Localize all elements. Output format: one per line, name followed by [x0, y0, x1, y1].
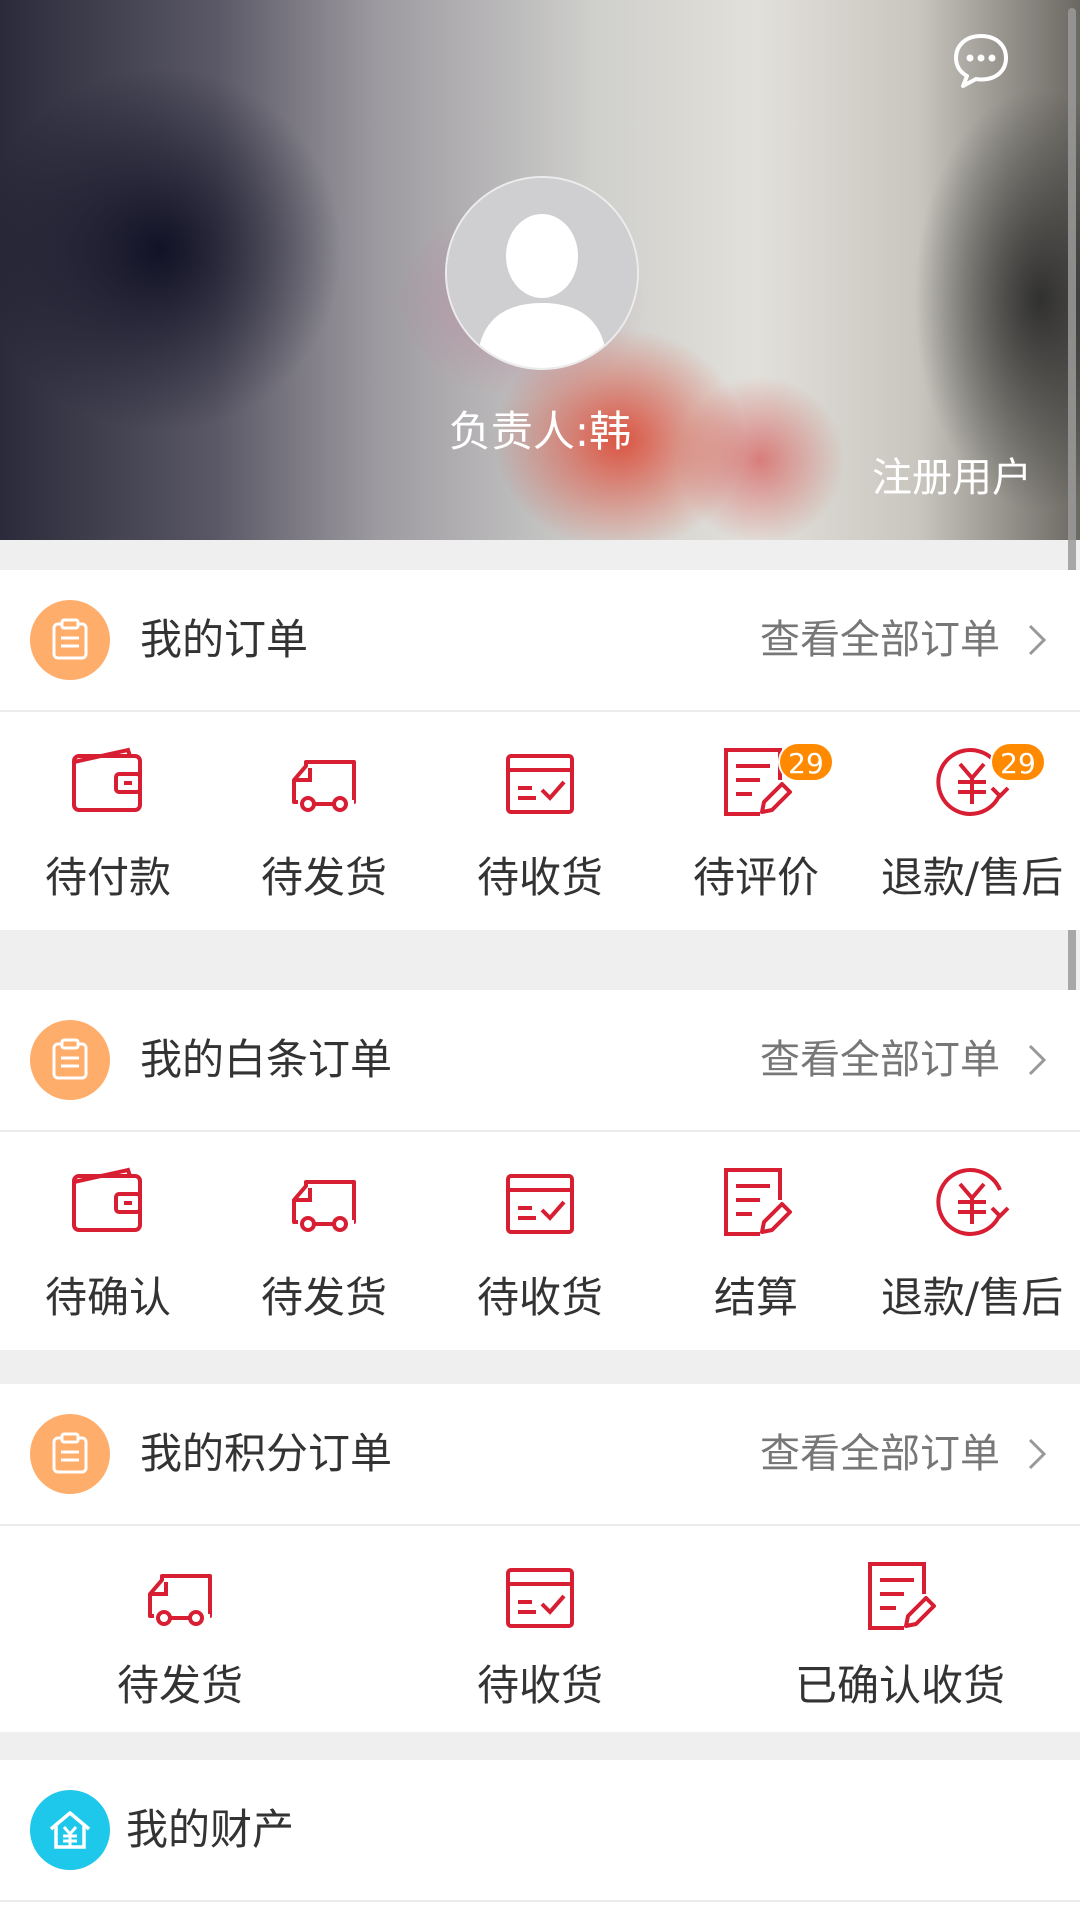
chevron-right-icon [1028, 624, 1047, 656]
house-yuan-icon [30, 1790, 110, 1870]
points-status-to-ship[interactable]: 待发货 [0, 1526, 360, 1732]
view-all-orders-link[interactable]: 查看全部订单 [760, 1384, 1000, 1524]
refund-count-badge: 29 [990, 742, 1046, 782]
clipboard-icon [30, 1414, 110, 1494]
clipboard-icon [30, 1020, 110, 1100]
section-title: 我的积分订单 [140, 1429, 393, 1478]
section-title: 我的财产 [126, 1805, 295, 1854]
order-status-refund[interactable]: 退款/售后 29 [864, 712, 1080, 930]
points-orders-section: 我的积分订单 查看全部订单 待发货 待收货 已确认收货 [0, 1384, 1080, 1732]
credit-orders-section: 我的白条订单 查看全部订单 待确认 待发货 待收货 结算 退款/售后 [0, 990, 1080, 1350]
wallet-icon [72, 747, 142, 812]
credit-orders-header[interactable]: 我的白条订单 查看全部订单 [0, 990, 1080, 1132]
order-status-to-ship[interactable]: 待发货 [216, 712, 432, 930]
yuan-refund-icon [936, 1168, 1010, 1236]
box-check-icon [506, 1174, 574, 1234]
points-status-confirmed[interactable]: 已确认收货 [720, 1526, 1080, 1732]
credit-status-to-ship[interactable]: 待发货 [216, 1132, 432, 1350]
box-check-icon [506, 1568, 574, 1628]
my-orders-section: 我的订单 查看全部订单 待付款 待发货 待收货 待评价 29 退款/售后 29 [0, 570, 1080, 930]
default-avatar-icon [447, 178, 637, 368]
clipboard-icon [30, 600, 110, 680]
credit-status-refund[interactable]: 退款/售后 [864, 1132, 1080, 1350]
view-all-orders-link[interactable]: 查看全部订单 [760, 990, 1000, 1130]
register-user-link[interactable]: 注册用户 [872, 445, 1032, 503]
chat-bubble-icon[interactable] [950, 30, 1012, 92]
points-status-to-receive[interactable]: 待收货 [360, 1526, 720, 1732]
order-status-pending-payment[interactable]: 待付款 [0, 712, 216, 930]
section-title: 我的订单 [140, 615, 309, 664]
truck-icon [292, 760, 356, 812]
avatar[interactable] [445, 176, 639, 370]
chevron-right-icon [1028, 1044, 1047, 1076]
box-check-icon [506, 754, 574, 814]
view-all-orders-link[interactable]: 查看全部订单 [760, 570, 1000, 710]
my-assets-row[interactable]: 我的财产 [0, 1760, 1080, 1902]
profile-header: 负责人:韩 注册用户 [0, 0, 1080, 540]
edit-document-icon [868, 1562, 936, 1630]
points-orders-header[interactable]: 我的积分订单 查看全部订单 [0, 1384, 1080, 1526]
order-status-to-receive[interactable]: 待收货 [432, 712, 648, 930]
credit-status-to-confirm[interactable]: 待确认 [0, 1132, 216, 1350]
my-assets-section: 我的财产 [0, 1760, 1080, 1920]
credit-status-grid: 待确认 待发货 待收货 结算 退款/售后 [0, 1132, 1080, 1350]
order-status-grid: 待付款 待发货 待收货 待评价 29 退款/售后 29 [0, 712, 1080, 930]
my-orders-header[interactable]: 我的订单 查看全部订单 [0, 570, 1080, 712]
truck-icon [148, 1574, 212, 1626]
credit-status-settlement[interactable]: 结算 [648, 1132, 864, 1350]
section-title: 我的白条订单 [140, 1035, 393, 1084]
wallet-icon [72, 1167, 142, 1232]
order-status-to-review[interactable]: 待评价 29 [648, 712, 864, 930]
credit-status-to-receive[interactable]: 待收货 [432, 1132, 648, 1350]
chevron-right-icon [1028, 1438, 1047, 1470]
edit-document-icon [724, 1168, 792, 1236]
truck-icon [292, 1180, 356, 1232]
review-count-badge: 29 [778, 742, 834, 782]
points-status-grid: 待发货 待收货 已确认收货 [0, 1526, 1080, 1732]
